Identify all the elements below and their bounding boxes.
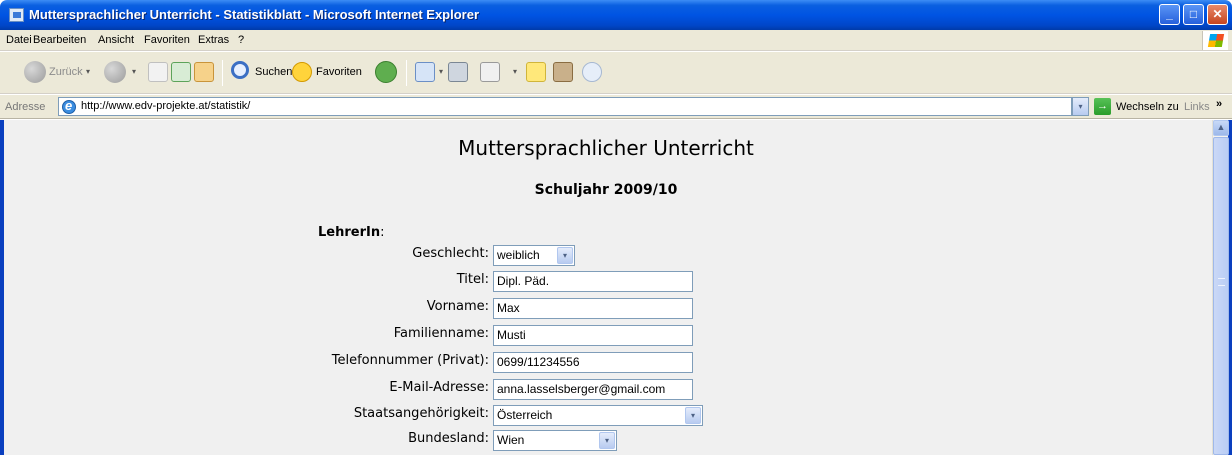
toolbar: Zurück ▾ ▾ Suchen Favoriten ▾ ▾ [0, 52, 1232, 94]
address-input[interactable]: http://www.edv-projekte.at/statistik/ [58, 97, 1072, 116]
state-label: Bundesland: [408, 431, 489, 446]
title-field[interactable]: Dipl. Päd. [493, 271, 693, 292]
favorites-label[interactable]: Favoriten [316, 66, 362, 78]
links-chevron-icon[interactable]: » [1216, 98, 1222, 110]
menu-help[interactable]: ? [238, 34, 244, 46]
phone-label: Telefonnummer (Privat): [331, 353, 489, 368]
search-label[interactable]: Suchen [255, 66, 292, 78]
back-label[interactable]: Zurück [49, 66, 83, 78]
address-dropdown-icon[interactable]: ▾ [1072, 97, 1089, 116]
menu-favoriten[interactable]: Favoriten [144, 34, 190, 46]
address-url[interactable]: http://www.edv-projekte.at/statistik/ [81, 100, 250, 112]
forward-dropdown-icon[interactable]: ▾ [132, 67, 136, 76]
page-icon [62, 98, 76, 114]
maximize-button[interactable]: □ [1183, 4, 1204, 25]
discuss-icon[interactable] [526, 62, 546, 82]
menu-extras[interactable]: Extras [198, 34, 229, 46]
search-icon[interactable] [231, 61, 249, 79]
email-field[interactable]: anna.lasselsberger@gmail.com [493, 379, 693, 400]
nationality-label: Staatsangehörigkeit: [353, 406, 489, 421]
mail-icon[interactable] [415, 62, 435, 82]
lastname-field[interactable]: Musti [493, 325, 693, 346]
windows-logo-icon [1202, 31, 1228, 50]
gender-select-value: weiblich [497, 248, 540, 262]
nationality-select-value: Österreich [497, 408, 553, 422]
toolbar-separator [222, 60, 223, 86]
history-icon[interactable] [375, 61, 397, 83]
title-bar[interactable]: Muttersprachlicher Unterricht - Statisti… [0, 0, 1232, 30]
back-arrow-icon[interactable] [24, 61, 46, 83]
chevron-down-icon[interactable]: ▾ [557, 247, 573, 264]
address-label: Adresse [5, 101, 46, 113]
research-icon[interactable] [553, 62, 573, 82]
lastname-label: Familienname: [393, 326, 489, 341]
gender-label: Geschlecht: [412, 246, 489, 261]
home-icon[interactable] [194, 62, 214, 82]
title-label: Titel: [456, 272, 489, 287]
edit-dropdown-icon[interactable]: ▾ [513, 67, 517, 76]
state-select[interactable]: Wien ▾ [493, 430, 617, 451]
page-content: Muttersprachlicher Unterricht Schuljahr … [0, 120, 1232, 455]
minimize-button[interactable]: _ [1159, 4, 1180, 25]
state-select-value: Wien [497, 433, 525, 447]
close-button[interactable]: ✕ [1207, 4, 1228, 25]
phone-field[interactable]: 0699/11234556 [493, 352, 693, 373]
firstname-label: Vorname: [426, 299, 489, 314]
chevron-down-icon[interactable]: ▾ [599, 432, 615, 449]
favorites-star-icon[interactable] [292, 62, 312, 82]
ie-window-icon [9, 8, 24, 22]
firstname-field[interactable]: Max [493, 298, 693, 319]
print-icon[interactable] [448, 62, 468, 82]
links-label[interactable]: Links [1184, 101, 1210, 113]
scroll-thumb[interactable] [1213, 137, 1229, 455]
vertical-scrollbar[interactable]: ▲ [1212, 120, 1229, 455]
nationality-select[interactable]: Österreich ▾ [493, 405, 703, 426]
section-heading-colon: : [380, 225, 385, 240]
menu-ansicht[interactable]: Ansicht [98, 34, 134, 46]
scroll-grip-icon [1218, 278, 1225, 286]
go-arrow-icon[interactable]: → [1094, 98, 1111, 115]
page-title: Muttersprachlicher Unterricht [458, 136, 754, 160]
messenger-icon[interactable] [582, 62, 602, 82]
window-title: Muttersprachlicher Unterricht - Statisti… [29, 7, 480, 22]
section-heading: LehrerIn: [318, 225, 384, 240]
address-bar: Adresse http://www.edv-projekte.at/stati… [0, 95, 1232, 119]
scroll-up-arrow-icon[interactable]: ▲ [1213, 120, 1229, 136]
go-label[interactable]: Wechseln zu [1116, 101, 1179, 113]
gender-select[interactable]: weiblich ▾ [493, 245, 575, 266]
email-label: E-Mail-Adresse: [389, 380, 489, 395]
stop-icon[interactable] [148, 62, 168, 82]
edit-icon[interactable] [480, 62, 500, 82]
chevron-down-icon[interactable]: ▾ [685, 407, 701, 424]
menu-datei[interactable]: Datei [6, 34, 32, 46]
forward-arrow-icon[interactable] [104, 61, 126, 83]
section-heading-text: LehrerIn [318, 225, 381, 240]
page-subtitle: Schuljahr 2009/10 [534, 182, 678, 198]
toolbar-separator [406, 60, 407, 86]
mail-dropdown-icon[interactable]: ▾ [439, 67, 443, 76]
back-dropdown-icon[interactable]: ▾ [86, 67, 90, 76]
menu-bearbeiten[interactable]: Bearbeiten [33, 34, 86, 46]
menu-bar: Datei Bearbeiten Ansicht Favoriten Extra… [0, 30, 1232, 51]
refresh-icon[interactable] [171, 62, 191, 82]
